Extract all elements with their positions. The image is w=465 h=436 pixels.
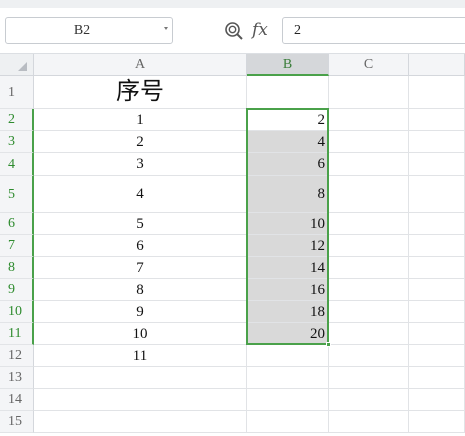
select-all-triangle-icon xyxy=(18,62,27,71)
chevron-down-icon[interactable] xyxy=(164,27,168,30)
cell-d5[interactable] xyxy=(409,176,465,213)
cell-c3[interactable] xyxy=(329,131,409,153)
cell-c4[interactable] xyxy=(329,153,409,176)
fx-icon[interactable]: fx xyxy=(252,18,268,42)
cell-a8[interactable]: 7 xyxy=(34,257,247,279)
row-header-13[interactable]: 13 xyxy=(0,367,34,389)
formula-input[interactable]: 2 xyxy=(282,17,465,44)
cell-a15[interactable] xyxy=(34,411,247,433)
row-header-4[interactable]: 4 xyxy=(0,153,34,176)
cell-d1[interactable] xyxy=(409,76,465,109)
row-header-11[interactable]: 11 xyxy=(0,323,34,345)
cell-c2[interactable] xyxy=(329,109,409,131)
column-header-b[interactable]: B xyxy=(247,54,329,76)
cell-c13[interactable] xyxy=(329,367,409,389)
formula-bar: B2 fx 2 xyxy=(0,8,465,54)
cell-a3[interactable]: 2 xyxy=(34,131,247,153)
cell-a14[interactable] xyxy=(34,389,247,411)
cell-d6[interactable] xyxy=(409,213,465,235)
top-strip xyxy=(0,0,465,8)
row-header-5[interactable]: 5 xyxy=(0,176,34,213)
column-header-blank[interactable] xyxy=(409,54,465,76)
cell-c10[interactable] xyxy=(329,301,409,323)
column-header-a[interactable]: A xyxy=(34,54,247,76)
cell-b14[interactable] xyxy=(247,389,329,411)
cell-a2[interactable]: 1 xyxy=(34,109,247,131)
cell-a4[interactable]: 3 xyxy=(34,153,247,176)
cell-a1[interactable]: 序号 xyxy=(34,76,247,109)
cell-b12[interactable] xyxy=(247,345,329,367)
cell-b13[interactable] xyxy=(247,367,329,389)
row-header-7[interactable]: 7 xyxy=(0,235,34,257)
cell-c12[interactable] xyxy=(329,345,409,367)
cell-b3[interactable]: 4 xyxy=(247,131,329,153)
row-header-10[interactable]: 10 xyxy=(0,301,34,323)
cell-d10[interactable] xyxy=(409,301,465,323)
row-header-3[interactable]: 3 xyxy=(0,131,34,153)
row-header-15[interactable]: 15 xyxy=(0,411,34,433)
cell-c8[interactable] xyxy=(329,257,409,279)
cell-c11[interactable] xyxy=(329,323,409,345)
cell-d7[interactable] xyxy=(409,235,465,257)
cell-a13[interactable] xyxy=(34,367,247,389)
row-header-1[interactable]: 1 xyxy=(0,76,34,109)
select-all-corner[interactable] xyxy=(0,54,34,76)
cell-b5[interactable]: 8 xyxy=(247,176,329,213)
cell-b10[interactable]: 18 xyxy=(247,301,329,323)
cell-c5[interactable] xyxy=(329,176,409,213)
cell-c15[interactable] xyxy=(329,411,409,433)
cell-c6[interactable] xyxy=(329,213,409,235)
name-box-value: B2 xyxy=(73,23,91,38)
cell-c14[interactable] xyxy=(329,389,409,411)
cell-b8[interactable]: 14 xyxy=(247,257,329,279)
cell-b7[interactable]: 12 xyxy=(247,235,329,257)
cell-c7[interactable] xyxy=(329,235,409,257)
cell-d2[interactable] xyxy=(409,109,465,131)
cell-b4[interactable]: 6 xyxy=(247,153,329,176)
cell-a7[interactable]: 6 xyxy=(34,235,247,257)
cell-c1[interactable] xyxy=(329,76,409,109)
row-header-12[interactable]: 12 xyxy=(0,345,34,367)
name-box[interactable]: B2 xyxy=(5,17,173,44)
spreadsheet-grid: A B C 1 序号 2 1 2 3 2 4 4 3 6 5 4 8 6 5 10 7 6 12 8 7 14 9 8 16 10 9 18 1… xyxy=(0,54,465,436)
cell-d13[interactable] xyxy=(409,367,465,389)
cell-a10[interactable]: 9 xyxy=(34,301,247,323)
cell-d8[interactable] xyxy=(409,257,465,279)
cell-a11[interactable]: 10 xyxy=(34,323,247,345)
cell-b11[interactable]: 20 xyxy=(247,323,329,345)
cell-b2[interactable]: 2 xyxy=(247,109,329,131)
cell-b1[interactable] xyxy=(247,76,329,109)
row-header-14[interactable]: 14 xyxy=(0,389,34,411)
row-header-2[interactable]: 2 xyxy=(0,109,34,131)
cell-d14[interactable] xyxy=(409,389,465,411)
fill-handle[interactable] xyxy=(326,342,331,347)
cell-d15[interactable] xyxy=(409,411,465,433)
column-header-c[interactable]: C xyxy=(329,54,409,76)
cell-a5[interactable]: 4 xyxy=(34,176,247,213)
magnifier-zoom-icon[interactable] xyxy=(224,21,244,41)
cell-c9[interactable] xyxy=(329,279,409,301)
cell-d9[interactable] xyxy=(409,279,465,301)
row-header-6[interactable]: 6 xyxy=(0,213,34,235)
row-header-8[interactable]: 8 xyxy=(0,257,34,279)
cell-b9[interactable]: 16 xyxy=(247,279,329,301)
cell-d4[interactable] xyxy=(409,153,465,176)
cell-d3[interactable] xyxy=(409,131,465,153)
cell-a6[interactable]: 5 xyxy=(34,213,247,235)
cell-d12[interactable] xyxy=(409,345,465,367)
cell-b6[interactable]: 10 xyxy=(247,213,329,235)
cell-d11[interactable] xyxy=(409,323,465,345)
cell-a12[interactable]: 11 xyxy=(34,345,247,367)
cell-a9[interactable]: 8 xyxy=(34,279,247,301)
row-header-9[interactable]: 9 xyxy=(0,279,34,301)
cell-b15[interactable] xyxy=(247,411,329,433)
